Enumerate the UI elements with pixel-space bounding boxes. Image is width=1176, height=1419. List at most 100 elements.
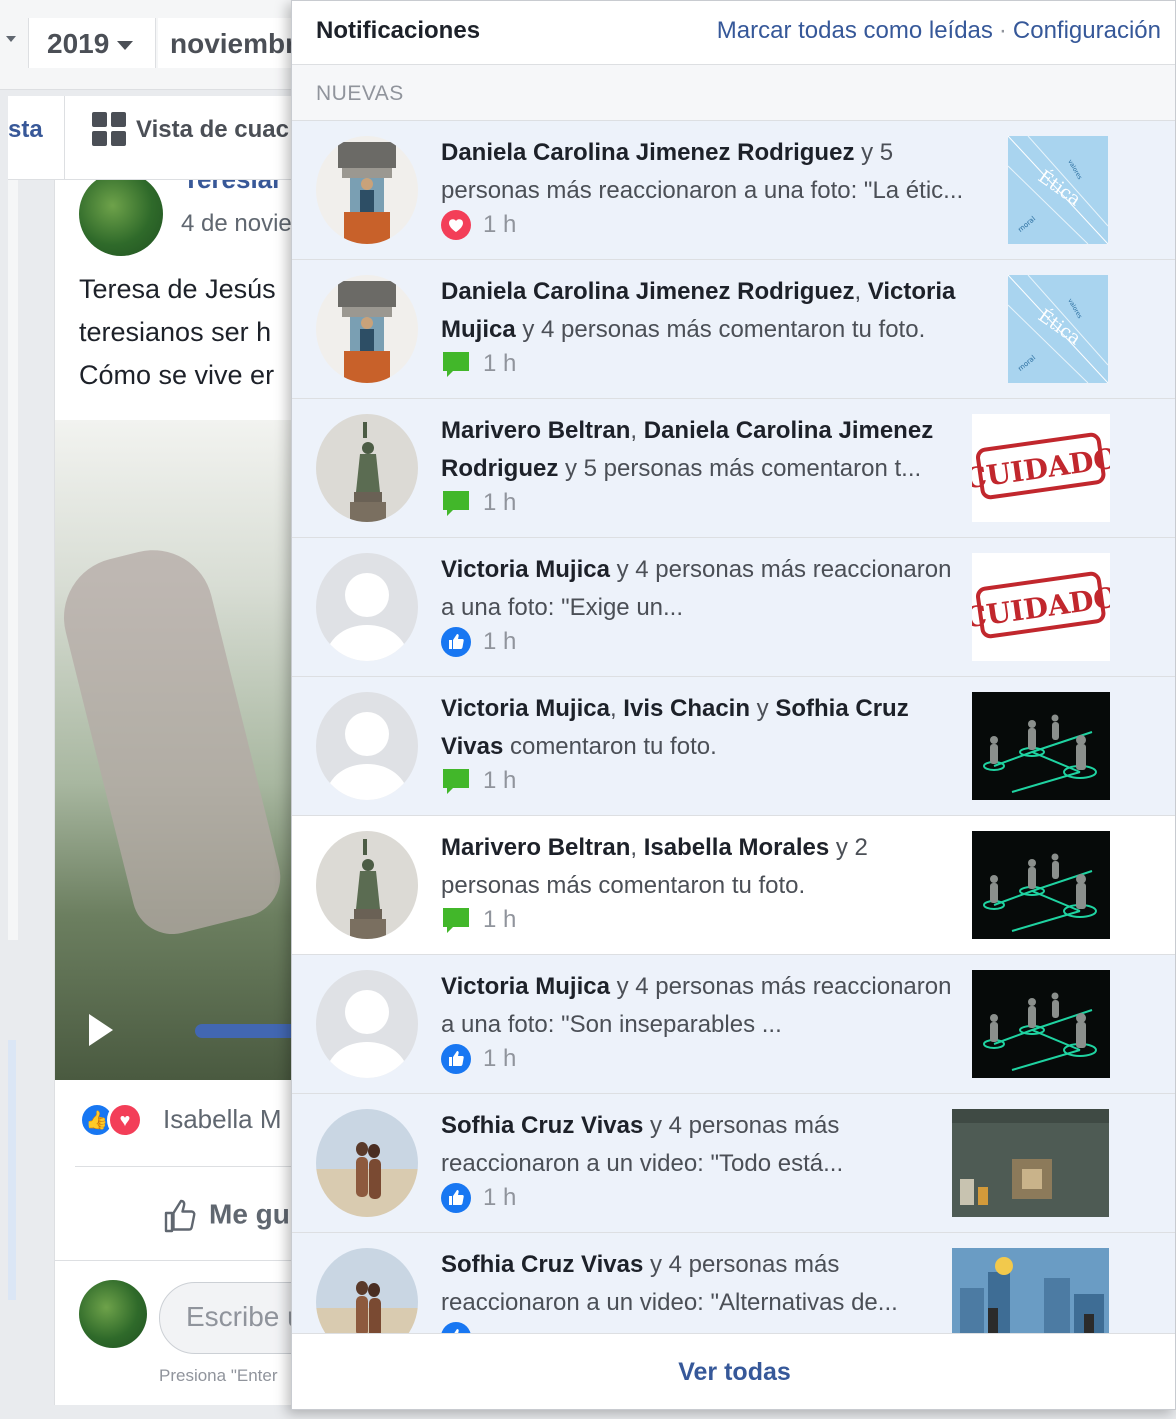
- post-text-line: Cómo se vive er: [79, 360, 275, 390]
- year-select[interactable]: 2019: [28, 18, 156, 68]
- thumbs-up-icon: [164, 1199, 196, 1233]
- year-select-value: 2019: [47, 28, 110, 59]
- notification-time[interactable]: 1 h: [483, 906, 516, 933]
- notification-item[interactable]: Marivero Beltran, Isabella Morales y 2 p…: [292, 816, 1175, 955]
- separator-dot: ·: [998, 17, 1007, 44]
- notifications-panel: Notificaciones Marcar todas como leídas ·…: [291, 0, 1176, 1410]
- actor-name[interactable]: Isabella Morales: [644, 834, 829, 861]
- notification-meta: 1 h: [441, 349, 516, 383]
- notification-item[interactable]: Daniela Carolina Jimenez Rodriguez, Vict…: [292, 260, 1175, 399]
- left-column: [8, 180, 18, 940]
- network-thumbnail[interactable]: [972, 970, 1110, 1078]
- settings-link[interactable]: Configuración: [1013, 17, 1161, 44]
- notification-message: y 5 personas más comentaron t...: [558, 455, 922, 482]
- month-select[interactable]: noviembr: [158, 18, 298, 68]
- notification-time[interactable]: 1 h: [483, 767, 516, 794]
- post-text-line: Teresa de Jesús: [79, 274, 276, 304]
- notification-meta: 1 h: [441, 488, 516, 522]
- network-thumbnail[interactable]: [972, 831, 1110, 939]
- notification-item[interactable]: Marivero Beltran, Daniela Carolina Jimen…: [292, 399, 1175, 538]
- notification-text: Victoria Mujica, Ivis Chacin y Sofhia Cr…: [441, 690, 971, 766]
- video-progress-bar[interactable]: [195, 1024, 300, 1038]
- notification-text: Marivero Beltran, Daniela Carolina Jimen…: [441, 412, 971, 488]
- divider: [55, 1260, 300, 1261]
- reactors-names[interactable]: Isabella M: [163, 1104, 282, 1135]
- cuidado-thumbnail[interactable]: CUIDADO: [972, 553, 1110, 661]
- notification-time[interactable]: 1 h: [483, 350, 516, 377]
- post-video[interactable]: [55, 420, 300, 1080]
- notification-time[interactable]: 1 h: [483, 628, 516, 655]
- notification-meta: 1 h: [441, 766, 516, 800]
- tab-grid-view[interactable]: Vista de cuac: [136, 116, 289, 144]
- date-filter-bar: 2019 noviembr: [0, 0, 300, 90]
- like-button-label: Me gu: [209, 1198, 290, 1230]
- comment-icon: [441, 766, 471, 796]
- left-column-card: [8, 1040, 16, 1300]
- notification-time[interactable]: 1 h: [483, 489, 516, 516]
- like-reaction-icon: [441, 627, 471, 657]
- chevron-down-icon[interactable]: [6, 36, 16, 42]
- notification-meta: 1 h: [441, 905, 516, 939]
- notification-time[interactable]: 1 h: [483, 1045, 516, 1072]
- network-thumbnail[interactable]: [972, 692, 1110, 800]
- default-profile-avatar[interactable]: [316, 553, 418, 661]
- like-reaction-icon: [441, 1322, 471, 1333]
- comment-input[interactable]: Escribe u: [159, 1282, 300, 1354]
- notification-item[interactable]: Victoria Mujica y 4 personas más reaccio…: [292, 538, 1175, 677]
- video-frame-hand: [55, 537, 289, 943]
- actor-name[interactable]: Sofhia Cruz Vivas: [441, 1251, 643, 1278]
- cuidado-thumbnail[interactable]: CUIDADO: [972, 414, 1110, 522]
- default-profile-avatar[interactable]: [316, 970, 418, 1078]
- etica-thumbnail[interactable]: Ética moral valores: [1008, 136, 1108, 244]
- notification-meta: 1 h: [441, 1183, 516, 1217]
- play-icon[interactable]: [89, 1014, 113, 1046]
- notification-item[interactable]: Daniela Carolina Jimenez Rodriguez y 5 p…: [292, 121, 1175, 260]
- video-thumbnail-1[interactable]: [952, 1109, 1109, 1217]
- statue-photo-avatar[interactable]: [316, 136, 418, 244]
- actor-name[interactable]: Victoria Mujica: [441, 973, 610, 1000]
- notifications-header: Notificaciones Marcar todas como leídas ·…: [292, 1, 1175, 65]
- love-reaction-icon: ♥: [107, 1102, 143, 1138]
- timeline-post: Teresiar 4 de novie Teresa de Jesús tere…: [54, 180, 300, 1405]
- statue-photo-avatar[interactable]: [316, 275, 418, 383]
- notification-text: Daniela Carolina Jimenez Rodriguez, Vict…: [441, 273, 971, 349]
- mark-all-read-link[interactable]: Marcar todas como leídas: [717, 17, 993, 44]
- post-date[interactable]: 4 de novie: [181, 210, 292, 238]
- actor-name[interactable]: Ivis Chacin: [623, 695, 750, 722]
- notification-meta: [441, 1322, 483, 1333]
- actor-name[interactable]: Daniela Carolina Jimenez Rodriguez: [441, 278, 854, 305]
- actor-name[interactable]: Marivero Beltran: [441, 417, 630, 444]
- beach-couple-avatar[interactable]: [316, 1109, 418, 1217]
- etica-thumbnail[interactable]: Ética moral valores: [1008, 275, 1108, 383]
- actor-name[interactable]: Marivero Beltran: [441, 834, 630, 861]
- post-author[interactable]: Teresiar: [183, 180, 282, 195]
- liberty-statue-avatar[interactable]: [316, 831, 418, 939]
- notification-meta: 1 h: [441, 627, 516, 661]
- view-tabs: sta Vista de cuac: [8, 96, 300, 180]
- beach-couple-avatar[interactable]: [316, 1248, 418, 1333]
- commenter-avatar: [79, 1280, 147, 1348]
- notification-item[interactable]: Sofhia Cruz Vivas y 4 personas más reacc…: [292, 1233, 1175, 1333]
- notification-item[interactable]: Victoria Mujica, Ivis Chacin y Sofhia Cr…: [292, 677, 1175, 816]
- tab-list-view[interactable]: sta: [8, 116, 43, 144]
- actor-name[interactable]: Daniela Carolina Jimenez Rodriguez: [441, 139, 854, 166]
- liberty-statue-avatar[interactable]: [316, 414, 418, 522]
- notification-item[interactable]: Sofhia Cruz Vivas y 4 personas más reacc…: [292, 1094, 1175, 1233]
- actor-name[interactable]: Victoria Mujica: [441, 556, 610, 583]
- see-all-link[interactable]: Ver todas: [292, 1333, 1175, 1409]
- notification-meta: 1 h: [441, 1044, 516, 1078]
- notification-message: y 4 personas más comentaron tu foto.: [515, 316, 926, 343]
- author-avatar[interactable]: [79, 180, 163, 256]
- notification-time[interactable]: 1 h: [483, 1184, 516, 1211]
- actor-name[interactable]: Victoria Mujica: [441, 695, 610, 722]
- grid-view-icon[interactable]: [92, 112, 126, 146]
- default-profile-avatar[interactable]: [316, 692, 418, 800]
- comment-icon: [441, 488, 471, 518]
- actor-name[interactable]: Sofhia Cruz Vivas: [441, 1112, 643, 1139]
- notifications-list: Daniela Carolina Jimenez Rodriguez y 5 p…: [292, 121, 1175, 1333]
- notification-text: Victoria Mujica y 4 personas más reaccio…: [441, 551, 971, 627]
- video-thumbnail-2[interactable]: [952, 1248, 1109, 1333]
- notification-item[interactable]: Victoria Mujica y 4 personas más reaccio…: [292, 955, 1175, 1094]
- like-button[interactable]: Me gu: [163, 1198, 290, 1234]
- notification-time[interactable]: 1 h: [483, 211, 516, 238]
